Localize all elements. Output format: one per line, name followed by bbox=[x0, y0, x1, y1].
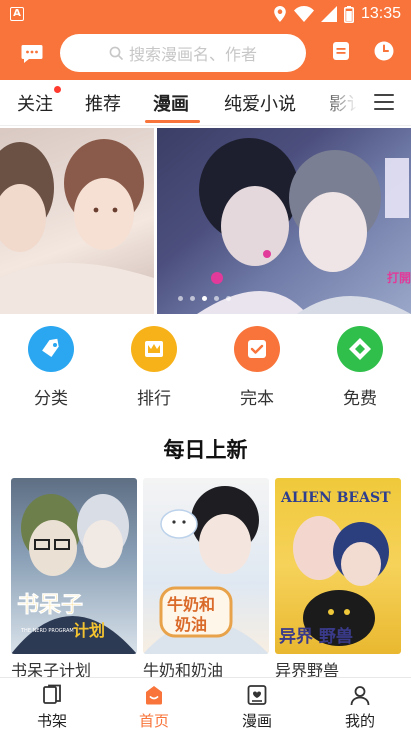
cover-subtitle: 计划 bbox=[73, 621, 105, 640]
cover-subtitle: 异界 野兽 bbox=[279, 626, 353, 647]
banner-slide-prev[interactable] bbox=[0, 128, 154, 314]
category-label: 排行 bbox=[137, 389, 171, 409]
cover-caption: THE NERD PROGRAM bbox=[20, 628, 74, 634]
nav-comic[interactable]: 漫画 bbox=[227, 682, 287, 731]
active-tab-indicator bbox=[145, 120, 200, 123]
comic-title: 异界野兽 bbox=[275, 661, 340, 678]
category-completed[interactable]: 完本 bbox=[222, 326, 292, 409]
battery-icon bbox=[343, 5, 354, 23]
tab-comic[interactable]: 漫画 bbox=[153, 90, 189, 116]
menu-icon[interactable] bbox=[374, 94, 394, 112]
comic-card[interactable]: 书呆子 计划 THE NERD PROGRAM 书呆子计划 bbox=[11, 478, 137, 678]
bottom-navigation: 书架 首页 漫画 我的 bbox=[0, 677, 411, 732]
comic-cover[interactable]: 书呆子 计划 THE NERD PROGRAM bbox=[11, 478, 137, 654]
cover-title: 书呆子 bbox=[17, 593, 83, 618]
check-box-icon bbox=[234, 326, 280, 372]
status-bar: A 13:35 bbox=[0, 0, 411, 28]
chat-button[interactable] bbox=[18, 40, 46, 68]
cover-title: ALIEN BEAST bbox=[280, 490, 391, 506]
location-icon bbox=[274, 6, 286, 22]
history-button[interactable] bbox=[330, 40, 356, 66]
nav-home[interactable]: 首页 bbox=[124, 682, 184, 731]
category-free[interactable]: 免费 bbox=[325, 326, 395, 409]
search-icon bbox=[109, 46, 123, 60]
banner-overlay-text: 打開 bbox=[387, 270, 411, 285]
nav-bookshelf[interactable]: 书架 bbox=[22, 682, 82, 731]
comic-cover[interactable]: 牛奶和 奶油 bbox=[143, 478, 269, 654]
nav-label: 漫画 bbox=[241, 712, 272, 730]
nav-label: 书架 bbox=[36, 712, 67, 730]
tabs-fade bbox=[318, 80, 358, 125]
comic-title: 书呆子计划 bbox=[11, 661, 92, 678]
nav-label: 我的 bbox=[344, 712, 375, 730]
category-label: 分类 bbox=[34, 389, 68, 409]
nav-label: 首页 bbox=[138, 712, 169, 730]
category-ranking[interactable]: 排行 bbox=[119, 326, 189, 409]
profile-icon bbox=[330, 682, 390, 708]
banner-carousel[interactable]: 打開 bbox=[0, 128, 411, 314]
notification-dot bbox=[54, 86, 61, 93]
category-grid: 分类 排行 完本 免费 bbox=[0, 326, 411, 416]
signal-icon bbox=[320, 6, 337, 22]
recent-button[interactable] bbox=[373, 40, 399, 66]
chat-icon bbox=[21, 45, 43, 63]
comic-cover[interactable]: ALIEN BEAST 异界 野兽 bbox=[275, 478, 401, 654]
cover-subtitle: 奶油 bbox=[175, 615, 207, 634]
tab-bl-novel[interactable]: 纯爱小说 bbox=[224, 90, 296, 116]
category-classify[interactable]: 分类 bbox=[16, 326, 86, 409]
crown-icon bbox=[131, 326, 177, 372]
top-header: 搜索漫画名、作者 bbox=[0, 28, 411, 80]
clock-icon bbox=[374, 41, 394, 61]
daily-new-list: 书呆子 计划 THE NERD PROGRAM 书呆子计划 牛奶和 奶油 牛奶和… bbox=[0, 478, 411, 678]
clock-time: 13:35 bbox=[360, 5, 401, 22]
bookshelf-icon bbox=[22, 682, 82, 708]
diamond-icon bbox=[337, 326, 383, 372]
app-notification-icon: A bbox=[10, 7, 24, 21]
cover-title: 牛奶和 bbox=[167, 595, 215, 614]
comic-icon bbox=[227, 682, 287, 708]
carousel-dots bbox=[178, 296, 231, 301]
category-label: 免费 bbox=[343, 389, 377, 409]
category-label: 完本 bbox=[240, 389, 274, 409]
wifi-icon bbox=[293, 6, 314, 22]
tab-follow[interactable]: 关注 bbox=[17, 90, 53, 116]
tab-recommend[interactable]: 推荐 bbox=[85, 90, 121, 116]
tag-icon bbox=[28, 326, 74, 372]
comic-card[interactable]: 牛奶和 奶油 牛奶和奶油 bbox=[143, 478, 269, 678]
home-icon bbox=[124, 682, 184, 708]
nav-profile[interactable]: 我的 bbox=[330, 682, 390, 731]
channel-tabs: 关注 推荐 漫画 纯爱小说 影讠 bbox=[0, 80, 411, 126]
history-icon bbox=[333, 42, 349, 60]
section-title: 每日上新 bbox=[163, 438, 248, 462]
search-input[interactable]: 搜索漫画名、作者 bbox=[60, 34, 306, 72]
banner-art-right: 打開 bbox=[197, 138, 411, 314]
comic-card[interactable]: ALIEN BEAST 异界 野兽 异界野兽 bbox=[275, 478, 401, 678]
banner-slide-current[interactable]: 打開 bbox=[157, 128, 411, 314]
comic-title: 牛奶和奶油 bbox=[143, 661, 224, 678]
banner-art-left bbox=[0, 139, 154, 314]
search-placeholder: 搜索漫画名、作者 bbox=[128, 45, 257, 64]
